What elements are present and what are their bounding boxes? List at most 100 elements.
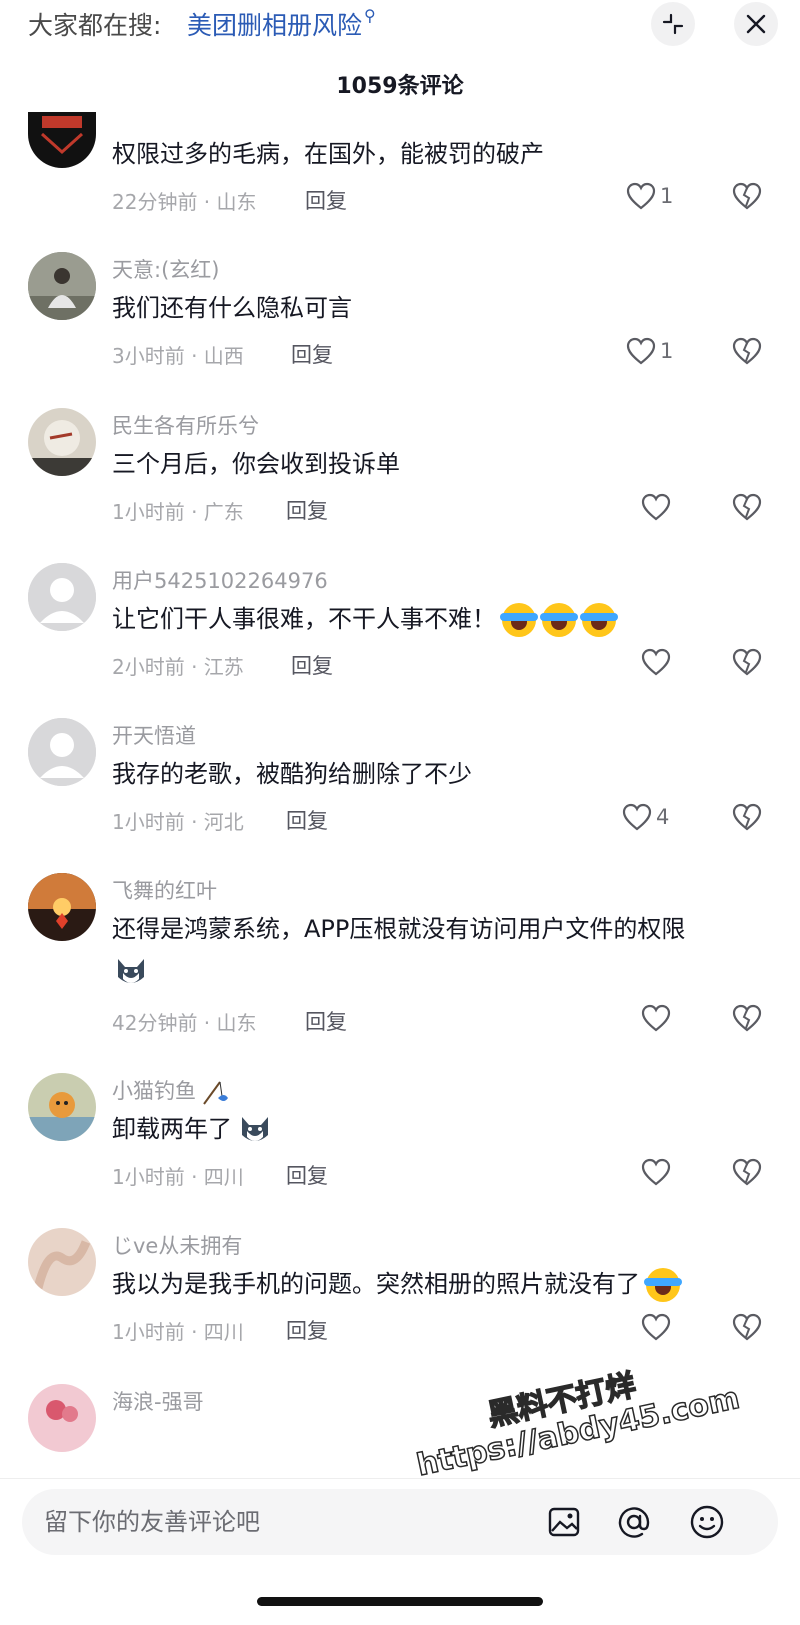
avatar[interactable] <box>28 112 96 168</box>
heart-icon <box>641 1158 671 1186</box>
emoji-icon <box>690 1505 724 1539</box>
search-suggestion-term: 美团删相册风险 <box>187 11 363 40</box>
reply-button[interactable]: 回复 <box>286 495 328 525</box>
home-indicator[interactable] <box>257 1597 543 1606</box>
comment-username[interactable]: 用户5425102264976 <box>112 565 328 595</box>
comment-text: 我存的老歌，被酷狗给删除了不少 <box>112 760 472 788</box>
cry-laugh-emoji <box>500 603 538 637</box>
broken-heart-icon <box>732 182 762 210</box>
comment-username[interactable]: 飞舞的红叶 <box>112 875 217 905</box>
avatar[interactable] <box>28 1384 96 1452</box>
broken-heart-icon <box>732 493 762 521</box>
like-button[interactable]: 1 <box>626 182 673 210</box>
comment-username: 小猫钓鱼 <box>112 1079 196 1103</box>
reply-button[interactable]: 回复 <box>305 185 347 215</box>
emoji-button[interactable] <box>687 1502 727 1542</box>
like-count: 4 <box>656 805 670 829</box>
avatar[interactable] <box>28 563 96 631</box>
dislike-button[interactable] <box>732 1004 762 1036</box>
top-bar: 大家都在搜: 美团删相册风险 ⚲ <box>0 0 800 48</box>
default-avatar-icon <box>28 718 96 786</box>
dislike-button[interactable] <box>732 1158 762 1190</box>
comment-text-line: 让它们干人事很难，不干人事不难！ <box>112 601 618 637</box>
avatar[interactable] <box>28 1228 96 1296</box>
avatar-image <box>28 873 96 941</box>
close-icon <box>746 14 766 34</box>
comment-text: 三个月后，你会收到投诉单 <box>112 450 400 478</box>
comment-time-location: 42分钟前 · 山东 <box>112 1011 257 1035</box>
like-button[interactable]: 4 <box>622 803 669 831</box>
image-button[interactable] <box>544 1502 584 1542</box>
search-suggestion-link[interactable]: 美团删相册风险 ⚲ <box>187 6 376 42</box>
dislike-button[interactable] <box>732 182 762 214</box>
cry-laugh-emoji <box>580 603 618 637</box>
like-count: 1 <box>660 339 674 363</box>
minimize-button[interactable] <box>651 2 695 46</box>
husky-emoji <box>242 1117 268 1141</box>
reply-button[interactable]: 回复 <box>286 1160 328 1190</box>
avatar-image <box>28 408 96 476</box>
avatar[interactable] <box>28 408 96 476</box>
comment-username[interactable]: 开天悟道 <box>112 720 196 750</box>
avatar-image <box>40 116 84 155</box>
avatar[interactable] <box>28 1073 96 1141</box>
reply-button[interactable]: 回复 <box>286 805 328 835</box>
reply-button[interactable]: 回复 <box>286 1315 328 1345</box>
dislike-button[interactable] <box>732 648 762 680</box>
broken-heart-icon <box>732 1313 762 1341</box>
cry-laugh-emoji <box>644 1268 682 1302</box>
comment-text: 卸载两年了 <box>112 1115 232 1143</box>
like-button[interactable] <box>641 493 671 521</box>
comment-input[interactable] <box>44 1501 524 1543</box>
heart-icon <box>641 648 671 676</box>
mention-button[interactable] <box>614 1502 654 1542</box>
avatar[interactable] <box>28 252 96 320</box>
comment-time-location: 1小时前 · 河北 <box>112 810 244 834</box>
at-icon <box>618 1507 650 1538</box>
comment-username[interactable]: 海浪-强哥 <box>112 1386 204 1416</box>
reply-button[interactable]: 回复 <box>305 1006 347 1036</box>
dislike-button[interactable] <box>732 1313 762 1345</box>
comment-input-bar <box>0 1478 800 1625</box>
avatar-image <box>28 252 96 320</box>
heart-icon <box>626 337 656 365</box>
like-button[interactable] <box>641 1313 671 1341</box>
comment-time-location: 22分钟前 · 山东 <box>112 190 257 214</box>
comment-username[interactable]: 民生各有所乐兮 <box>112 410 259 440</box>
comment-input-container <box>22 1489 778 1555</box>
avatar[interactable] <box>28 873 96 941</box>
cry-laugh-emoji <box>540 603 578 637</box>
comment-time-location: 1小时前 · 四川 <box>112 1165 244 1189</box>
broken-heart-icon <box>732 1158 762 1186</box>
avatar[interactable] <box>28 718 96 786</box>
reply-button[interactable]: 回复 <box>291 650 333 680</box>
like-button[interactable] <box>641 1004 671 1032</box>
comment-text: 我们还有什么隐私可言 <box>112 294 352 322</box>
comment-username-line[interactable]: 小猫钓鱼 <box>112 1075 230 1106</box>
comment-time-location: 1小时前 · 广东 <box>112 500 244 524</box>
comment-username[interactable]: 天意:(玄红) <box>112 254 219 284</box>
dislike-button[interactable] <box>732 493 762 525</box>
like-button[interactable] <box>641 1158 671 1186</box>
comment-text: 让它们干人事很难，不干人事不难！ <box>112 605 496 633</box>
comment-text: 权限过多的毛病，在国外，能被罚的破产 <box>112 140 544 168</box>
comment-emoji-line <box>108 955 148 989</box>
comment-time-location: 3小时前 · 山西 <box>112 344 244 368</box>
comment-username[interactable]: じve从未拥有 <box>112 1230 242 1260</box>
search-suggestion-prefix: 大家都在搜: <box>28 11 162 40</box>
reply-button[interactable]: 回复 <box>291 339 333 369</box>
like-button[interactable]: 1 <box>626 337 673 365</box>
like-count: 1 <box>660 184 674 208</box>
dislike-button[interactable] <box>732 803 762 835</box>
fishing-emoji <box>203 1081 228 1105</box>
husky-emoji <box>118 959 144 983</box>
close-button[interactable] <box>734 2 778 46</box>
heart-icon <box>622 803 652 831</box>
like-button[interactable] <box>641 648 671 676</box>
dislike-button[interactable] <box>732 337 762 369</box>
avatar-image <box>28 1073 96 1141</box>
comment-text: 我以为是我手机的问题。突然相册的照片就没有了 <box>112 1270 640 1298</box>
heart-icon <box>641 1004 671 1032</box>
comment-count-title: 1059条评论 <box>336 74 464 99</box>
comment-item: 海浪-强哥 <box>0 1384 800 1478</box>
